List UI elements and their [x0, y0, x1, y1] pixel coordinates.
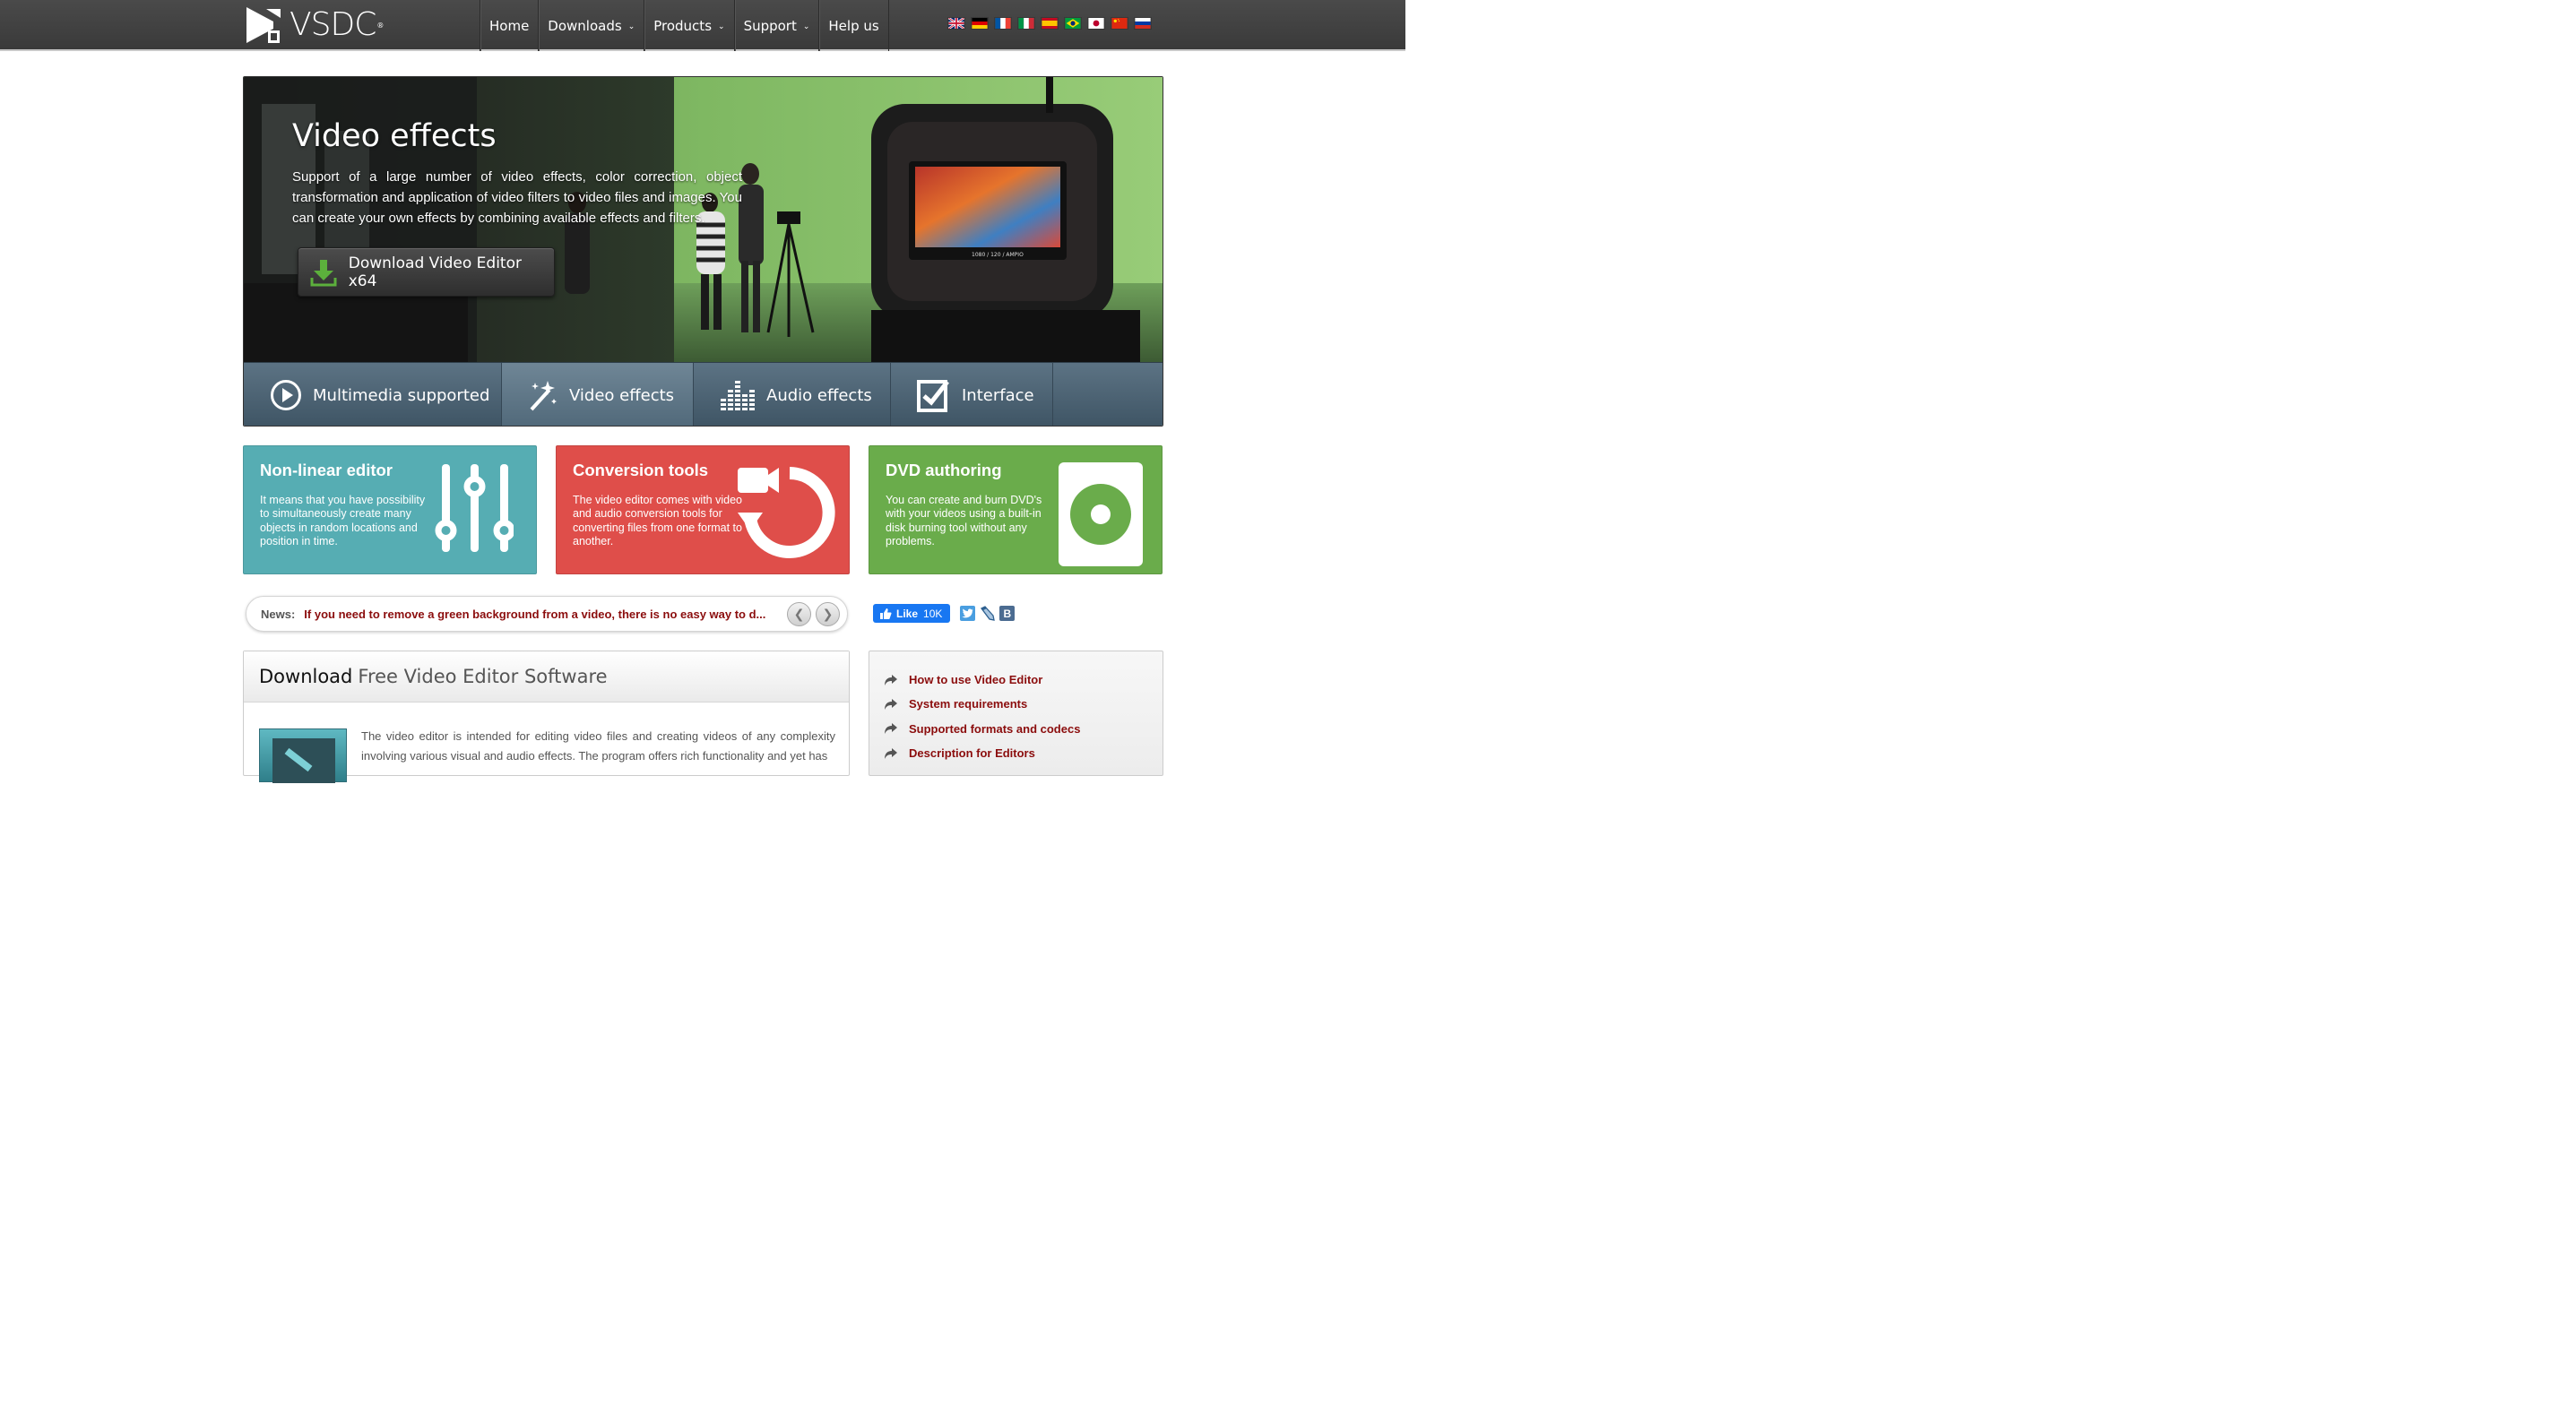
flag-russia-icon[interactable] [1134, 17, 1152, 30]
download-button-label: Download Video Editor x64 [348, 254, 522, 290]
chevron-down-icon: ⌄ [627, 22, 635, 31]
nav-support[interactable]: Support ⌄ [733, 0, 819, 51]
download-panel: Download Free Video Editor Software The … [243, 651, 850, 783]
registered-mark: ® [376, 21, 385, 30]
list-item[interactable]: Supported formats and codecs [885, 717, 1080, 741]
feature-title: Non-linear editor [260, 461, 393, 479]
news-label: News: [261, 607, 296, 621]
nav-support-label: Support [743, 17, 797, 34]
flag-germany-icon[interactable] [971, 17, 989, 30]
chevron-down-icon: ⌄ [802, 22, 810, 31]
tab-video-effects-label: Video effects [569, 385, 675, 405]
livejournal-icon[interactable] [980, 606, 996, 621]
twitter-icon[interactable] [960, 606, 976, 621]
list-item[interactable]: How to use Video Editor [885, 668, 1080, 692]
tab-audio-effects-label: Audio effects [766, 385, 872, 405]
flag-china-icon[interactable] [1111, 17, 1128, 30]
list-item[interactable]: Description for Editors [885, 741, 1080, 765]
tab-multimedia-label: Multimedia supported [313, 385, 490, 405]
share-arrow-icon [885, 698, 897, 711]
share-arrow-icon [885, 722, 897, 735]
link-system-requirements[interactable]: System requirements [909, 697, 1027, 711]
magic-wand-icon [528, 379, 558, 411]
like-label: Like [896, 607, 919, 620]
play-circle-icon [270, 379, 302, 411]
quick-links-panel: How to use Video Editor System requireme… [869, 651, 1163, 776]
list-item[interactable]: System requirements [885, 692, 1080, 716]
link-how-to-use[interactable]: How to use Video Editor [909, 673, 1042, 686]
chevron-left-icon: ❮ [793, 607, 805, 622]
flag-spain-icon[interactable] [1041, 17, 1059, 30]
like-count: 10K [923, 607, 943, 620]
logo-text: VSDC [290, 6, 376, 43]
chevron-down-icon: ⌄ [718, 22, 725, 31]
social-share-bar: Like 10K B [873, 604, 1016, 623]
feature-description: It means that you have possibility to si… [260, 494, 426, 547]
share-arrow-icon [885, 674, 897, 686]
tab-interface[interactable]: Interface [891, 363, 1053, 426]
chevron-right-icon: ❯ [822, 607, 834, 622]
download-description: The video editor is intended for editing… [361, 729, 835, 763]
feature-conversion-tools[interactable]: Conversion tools The video editor comes … [556, 445, 850, 574]
nav-downloads[interactable]: Downloads ⌄ [538, 0, 644, 51]
news-ticker: News: If you need to remove a green back… [246, 596, 848, 632]
main-nav: Home Downloads ⌄ Products ⌄ Support ⌄ Help … [480, 0, 889, 51]
link-description-for-editors[interactable]: Description for Editors [909, 746, 1035, 760]
video-editor-thumbnail[interactable] [259, 728, 347, 783]
top-navigation-bar: VSDC ® Home Downloads ⌄ Products ⌄ Support ⌄… [0, 0, 1405, 51]
svg-text:1080 / 120 / AMPIO: 1080 / 120 / AMPIO [972, 252, 1024, 258]
feature-title: DVD authoring [886, 461, 1002, 479]
quick-links-list: How to use Video Editor System requireme… [885, 668, 1080, 765]
nav-products[interactable]: Products ⌄ [644, 0, 733, 51]
sliders-icon [435, 464, 514, 552]
link-supported-formats[interactable]: Supported formats and codecs [909, 722, 1080, 736]
disc-icon [1059, 462, 1143, 566]
nav-downloads-label: Downloads [548, 17, 622, 34]
feature-title: Conversion tools [573, 461, 709, 479]
hero-title: Video effects [292, 118, 497, 154]
flag-uk-icon[interactable] [947, 17, 965, 30]
download-title-rest: Free Video Editor Software [358, 666, 608, 687]
tab-interface-label: Interface [962, 385, 1034, 405]
video-convert-icon [738, 467, 835, 558]
download-title-main: Download [259, 666, 353, 687]
tab-video-effects[interactable]: Video effects [502, 363, 694, 426]
hero-tab-bar: Multimedia supported Video effects Audio… [244, 362, 1163, 426]
flag-france-icon[interactable] [994, 17, 1012, 30]
nav-home-label: Home [489, 17, 530, 34]
vk-icon[interactable]: B [999, 606, 1016, 621]
flag-japan-icon[interactable] [1087, 17, 1105, 30]
facebook-like-button[interactable]: Like 10K [873, 604, 951, 623]
tab-multimedia-supported[interactable]: Multimedia supported [244, 363, 502, 426]
hero-slider: 1080 / 120 / AMPIO Video effects Support… [243, 76, 1163, 427]
language-selector [947, 17, 1152, 30]
share-arrow-icon [885, 747, 897, 760]
download-video-editor-button[interactable]: Download Video Editor x64 [298, 247, 555, 297]
news-headline-link[interactable]: If you need to remove a green background… [304, 608, 765, 621]
nav-products-label: Products [653, 17, 713, 34]
edit-checkbox-icon [917, 378, 951, 412]
download-arrow-icon [298, 258, 349, 287]
thumbs-up-icon [880, 608, 892, 619]
feature-non-linear-editor[interactable]: Non-linear editor It means that you have… [243, 445, 537, 574]
hero-description: Support of a large number of video effec… [292, 169, 742, 226]
logo-play-icon [246, 7, 281, 43]
feature-description: You can create and burn DVD's with your … [886, 494, 1042, 547]
nav-help-us[interactable]: Help us [818, 0, 889, 51]
download-panel-header: Download Free Video Editor Software [244, 651, 849, 702]
equalizer-icon [720, 379, 756, 411]
vk-letter: B [1003, 607, 1012, 620]
tab-audio-effects[interactable]: Audio effects [694, 363, 891, 426]
nav-help-us-label: Help us [828, 17, 879, 34]
flag-italy-icon[interactable] [1017, 17, 1035, 30]
nav-home[interactable]: Home [480, 0, 538, 51]
feature-description: The video editor comes with video and au… [573, 494, 742, 547]
vsdc-logo[interactable]: VSDC ® [245, 4, 384, 46]
flag-brazil-icon[interactable] [1064, 17, 1082, 30]
news-prev-button[interactable]: ❮ [787, 602, 811, 626]
feature-dvd-authoring[interactable]: DVD authoring You can create and burn DV… [869, 445, 1163, 574]
news-next-button[interactable]: ❯ [816, 602, 840, 626]
